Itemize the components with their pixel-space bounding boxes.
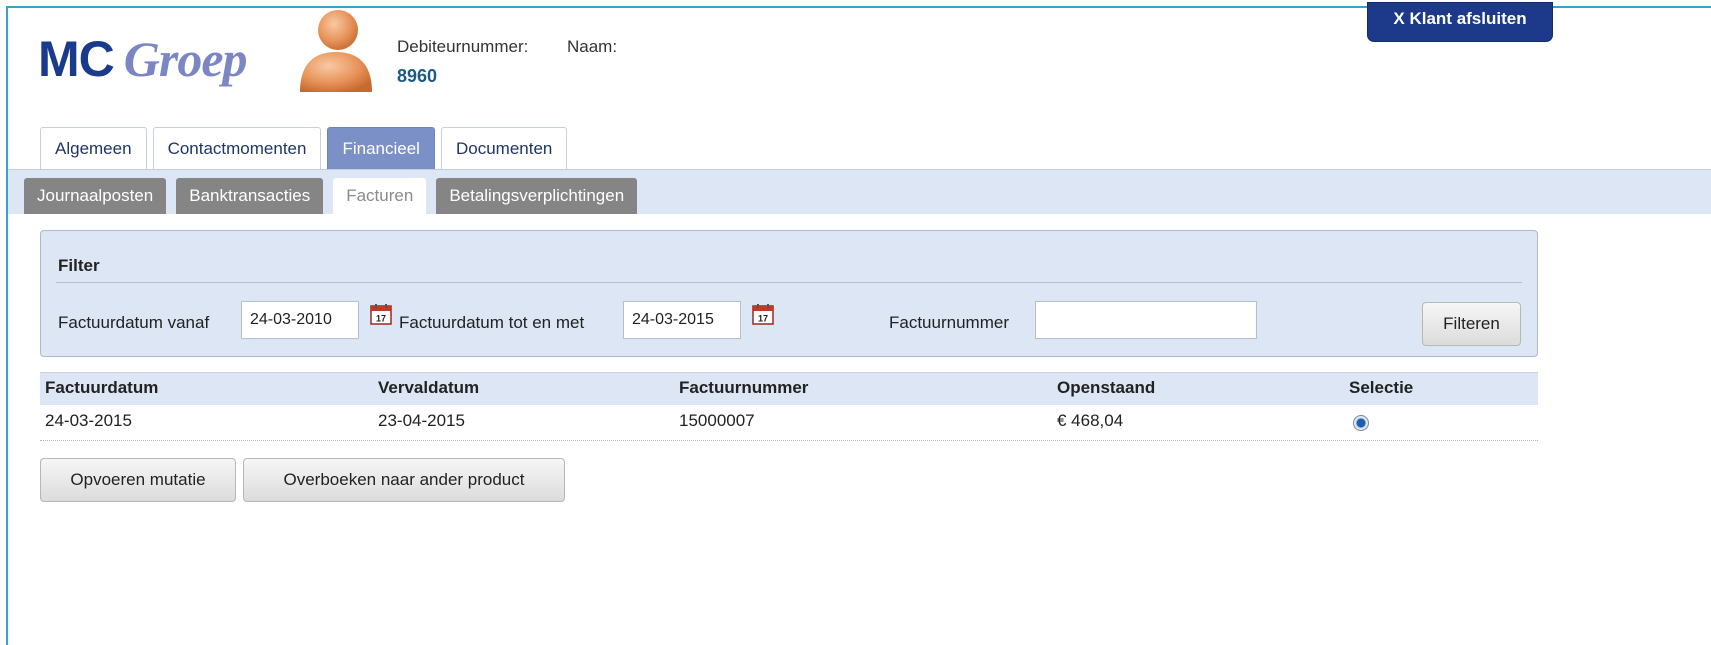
close-customer-button[interactable]: X Klant afsluiten [1367, 2, 1553, 42]
filter-panel: Filter Factuurdatum vanaf 24-03-2010 17 … [40, 230, 1538, 357]
subtab-betalingsverplichtingen[interactable]: Betalingsverplichtingen [436, 178, 638, 214]
column-header-vervaldatum: Vervaldatum [378, 378, 480, 397]
factuurnummer-label: Factuurnummer [889, 313, 1009, 332]
cell-factuurnummer: 15000007 [679, 411, 755, 430]
tab-contactmomenten[interactable]: Contactmomenten [152, 127, 322, 169]
calendar-icon[interactable]: 17 [752, 303, 774, 325]
factuurdatum-tot-label: Factuurdatum tot en met [399, 313, 585, 332]
sub-tab-list: Journaalposten Banktransacties Facturen … [24, 178, 638, 214]
tab-documenten[interactable]: Documenten [440, 127, 568, 169]
debiteurnummer-value: 8960 [397, 66, 438, 86]
selectie-radio[interactable] [1353, 415, 1369, 431]
subtab-banktransacties[interactable]: Banktransacties [176, 178, 324, 214]
column-header-openstaand: Openstaand [1057, 378, 1156, 397]
factuurdatum-tot-input[interactable]: 24-03-2015 [623, 301, 741, 339]
column-header-factuurnummer: Factuurnummer [679, 378, 809, 397]
subtab-facturen[interactable]: Facturen [333, 178, 427, 214]
factuurnummer-input[interactable] [1035, 301, 1257, 339]
naam-label: Naam: [567, 37, 618, 56]
column-header-factuurdatum: Factuurdatum [45, 378, 159, 397]
column-header-selectie: Selectie [1349, 378, 1414, 397]
logo-mc-text: MC [38, 31, 115, 87]
factuurdatum-vanaf-input[interactable]: 24-03-2010 [241, 301, 359, 339]
debiteurnummer-label: Debiteurnummer: [397, 37, 529, 56]
overboeken-button[interactable]: Overboeken naar ander product [243, 458, 565, 502]
filteren-button[interactable]: Filteren [1422, 302, 1521, 346]
opvoeren-mutatie-button[interactable]: Opvoeren mutatie [40, 458, 236, 502]
table-row[interactable] [40, 405, 1538, 441]
calendar-day-text: 17 [758, 314, 768, 324]
filter-title: Filter [58, 256, 100, 275]
filter-divider [56, 282, 1522, 283]
person-icon [300, 10, 372, 92]
cell-factuurdatum: 24-03-2015 [45, 411, 132, 430]
main-tab-bar: Algemeen Contactmomenten Financieel Docu… [40, 127, 568, 169]
tab-algemeen[interactable]: Algemeen [40, 127, 147, 169]
calendar-icon[interactable]: 17 [370, 303, 392, 325]
cell-vervaldatum: 23-04-2015 [378, 411, 465, 430]
factuurdatum-vanaf-label: Factuurdatum vanaf [58, 313, 210, 332]
cell-openstaand: € 468,04 [1057, 411, 1124, 430]
logo-groep-text: Groep [123, 31, 248, 87]
mc-groep-logo: MC Groep [38, 31, 248, 87]
subtab-journaalposten[interactable]: Journaalposten [24, 178, 167, 214]
calendar-day-text: 17 [376, 314, 386, 324]
tab-financieel[interactable]: Financieel [327, 127, 435, 169]
